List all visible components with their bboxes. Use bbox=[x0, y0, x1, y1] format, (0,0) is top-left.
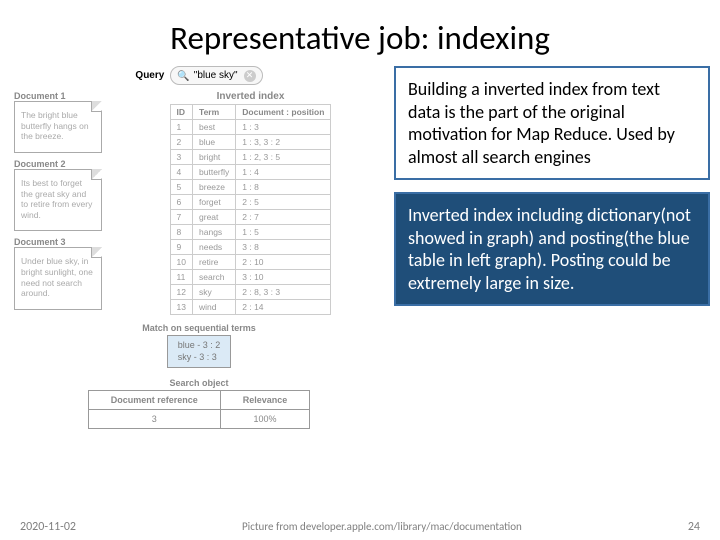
search-text: "blue sky" bbox=[194, 70, 238, 81]
callout-box-2: Inverted index including dictionary(not … bbox=[394, 192, 710, 306]
match-line-1: sky - 3 : 3 bbox=[178, 352, 221, 364]
table-cell: 5 bbox=[170, 180, 192, 195]
table-cell: 3 : 8 bbox=[236, 240, 331, 255]
footer-credit: Picture from developer.apple.com/library… bbox=[76, 521, 688, 534]
table-row: 9needs3 : 8 bbox=[170, 240, 331, 255]
table-cell: 7 bbox=[170, 210, 192, 225]
table-cell: 9 bbox=[170, 240, 192, 255]
match-label: Match on sequential terms bbox=[142, 323, 256, 333]
table-row: 7great2 : 7 bbox=[170, 210, 331, 225]
table-cell: needs bbox=[193, 240, 236, 255]
table-cell: 8 bbox=[170, 225, 192, 240]
inverted-index-label: Inverted index bbox=[217, 91, 285, 102]
table-row: 2blue1 : 3, 3 : 2 bbox=[170, 135, 331, 150]
table-row: 13wind2 : 14 bbox=[170, 300, 331, 315]
table-cell: 2 : 10 bbox=[236, 255, 331, 270]
table-cell: forget bbox=[193, 195, 236, 210]
table-cell: 1 : 5 bbox=[236, 225, 331, 240]
clear-icon: ✕ bbox=[244, 70, 256, 82]
res-c1: 100% bbox=[220, 410, 310, 429]
doc-1-label: Document 1 bbox=[14, 91, 109, 101]
table-cell: breeze bbox=[193, 180, 236, 195]
table-cell: butterfly bbox=[193, 165, 236, 180]
doc-1-body: The bright blue butterfly hangs on the b… bbox=[14, 101, 102, 153]
table-cell: hangs bbox=[193, 225, 236, 240]
table-cell: 2 : 7 bbox=[236, 210, 331, 225]
table-cell: 1 : 8 bbox=[236, 180, 331, 195]
table-cell: sky bbox=[193, 285, 236, 300]
search-icon: 🔍 bbox=[177, 69, 189, 82]
table-row: 1best1 : 3 bbox=[170, 120, 331, 135]
doc-1: Document 1 The bright blue butterfly han… bbox=[14, 91, 109, 153]
idx-h2: Document : position bbox=[236, 105, 331, 120]
table-row: 10retire2 : 10 bbox=[170, 255, 331, 270]
table-cell: 13 bbox=[170, 300, 192, 315]
table-row: 3bright1 : 2, 3 : 5 bbox=[170, 150, 331, 165]
callout-box-1: Building a inverted index from text data… bbox=[394, 66, 710, 180]
query-row: Query 🔍 "blue sky" ✕ bbox=[14, 66, 384, 85]
idx-h1: Term bbox=[193, 105, 236, 120]
match-line-0: blue - 3 : 2 bbox=[178, 340, 221, 352]
doc-3-body: Under blue sky, in bright sunlight, one … bbox=[14, 247, 102, 310]
res-h0: Document reference bbox=[88, 391, 220, 410]
table-cell: 2 bbox=[170, 135, 192, 150]
match-block: Match on sequential terms blue - 3 : 2 s… bbox=[14, 323, 384, 368]
table-cell: 1 bbox=[170, 120, 192, 135]
slide-title: Representative job: indexing bbox=[0, 0, 720, 66]
diagram-left: Query 🔍 "blue sky" ✕ Document 1 The brig… bbox=[14, 66, 384, 429]
table-cell: 10 bbox=[170, 255, 192, 270]
table-cell: retire bbox=[193, 255, 236, 270]
slide-body: Query 🔍 "blue sky" ✕ Document 1 The brig… bbox=[0, 66, 720, 429]
table-cell: 12 bbox=[170, 285, 192, 300]
table-cell: 3 : 10 bbox=[236, 270, 331, 285]
table-row: 12sky2 : 8, 3 : 3 bbox=[170, 285, 331, 300]
table-cell: wind bbox=[193, 300, 236, 315]
search-object-block: Search object Document reference Relevan… bbox=[14, 378, 384, 429]
table-row: 5breeze1 : 8 bbox=[170, 180, 331, 195]
res-h1: Relevance bbox=[220, 391, 310, 410]
query-label: Query bbox=[135, 70, 164, 81]
doc-2-label: Document 2 bbox=[14, 159, 109, 169]
table-cell: 6 bbox=[170, 195, 192, 210]
table-row: 8hangs1 : 5 bbox=[170, 225, 331, 240]
table-cell: best bbox=[193, 120, 236, 135]
table-cell: blue bbox=[193, 135, 236, 150]
callouts-right: Building a inverted index from text data… bbox=[394, 66, 710, 429]
documents-column: Document 1 The bright blue butterfly han… bbox=[14, 91, 109, 315]
search-object-label: Search object bbox=[169, 378, 228, 388]
res-c0: 3 bbox=[88, 410, 220, 429]
table-cell: 2 : 14 bbox=[236, 300, 331, 315]
match-box: blue - 3 : 2 sky - 3 : 3 bbox=[167, 335, 232, 368]
table-cell: great bbox=[193, 210, 236, 225]
table-cell: 2 : 5 bbox=[236, 195, 331, 210]
table-cell: 1 : 3 bbox=[236, 120, 331, 135]
table-cell: 2 : 8, 3 : 3 bbox=[236, 285, 331, 300]
doc-3: Document 3 Under blue sky, in bright sun… bbox=[14, 237, 109, 310]
table-cell: 11 bbox=[170, 270, 192, 285]
table-cell: 1 : 2, 3 : 5 bbox=[236, 150, 331, 165]
doc-3-label: Document 3 bbox=[14, 237, 109, 247]
table-row: 11search3 : 10 bbox=[170, 270, 331, 285]
inverted-index-block: Inverted index ID Term Document : positi… bbox=[117, 91, 384, 315]
table-cell: 3 bbox=[170, 150, 192, 165]
inverted-index-table: ID Term Document : position 1best1 : 32b… bbox=[170, 104, 332, 315]
table-row: 4butterfly1 : 4 bbox=[170, 165, 331, 180]
doc-2: Document 2 Its best to forget the great … bbox=[14, 159, 109, 232]
table-cell: search bbox=[193, 270, 236, 285]
table-row: 6forget2 : 5 bbox=[170, 195, 331, 210]
doc-2-body: Its best to forget the great sky and to … bbox=[14, 169, 102, 232]
table-cell: bright bbox=[193, 150, 236, 165]
footer-date: 2020-11-02 bbox=[20, 520, 76, 534]
table-cell: 4 bbox=[170, 165, 192, 180]
table-cell: 1 : 4 bbox=[236, 165, 331, 180]
search-object-table: Document reference Relevance 3 100% bbox=[88, 390, 311, 429]
idx-h0: ID bbox=[170, 105, 192, 120]
footer-page: 24 bbox=[688, 520, 700, 534]
table-cell: 1 : 3, 3 : 2 bbox=[236, 135, 331, 150]
footer: 2020-11-02 Picture from developer.apple.… bbox=[0, 520, 720, 534]
search-box: 🔍 "blue sky" ✕ bbox=[170, 66, 262, 85]
